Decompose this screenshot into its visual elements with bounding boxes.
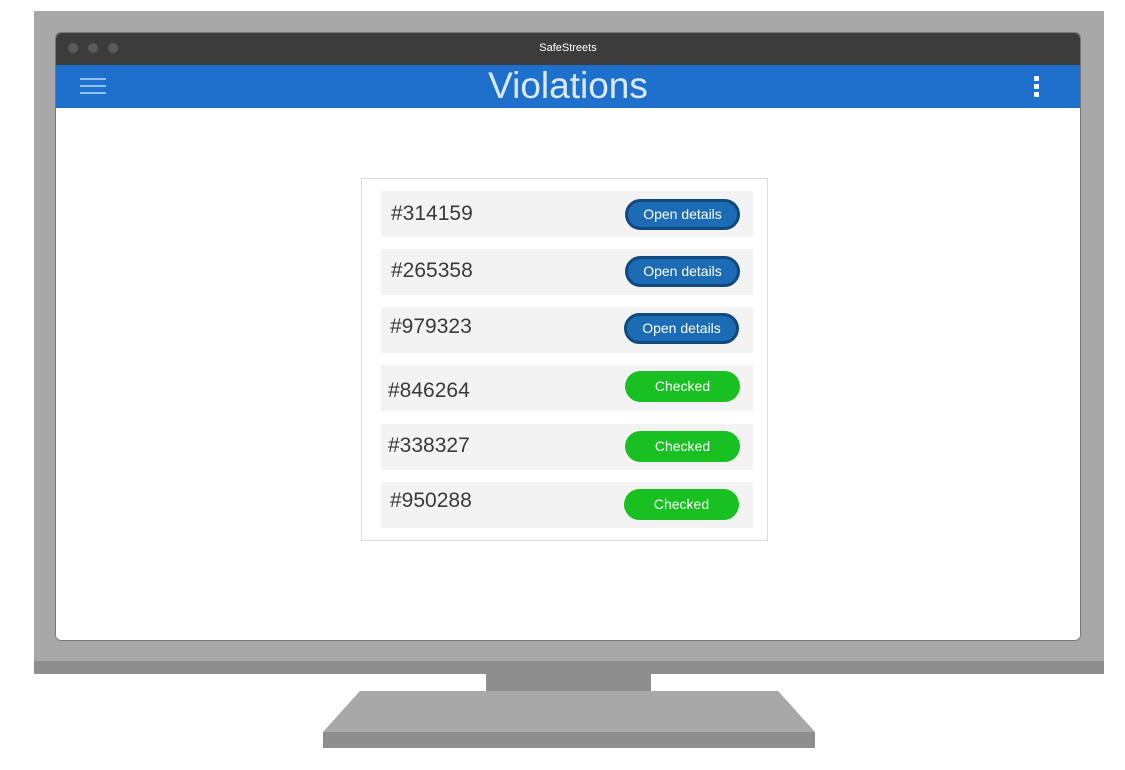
open-details-button[interactable]: Open details <box>625 199 740 230</box>
open-details-button[interactable]: Open details <box>624 313 739 344</box>
monitor-base-edge <box>323 732 815 748</box>
window-title: SafeStreets <box>539 42 597 54</box>
window-titlebar: SafeStreets <box>56 33 1080 65</box>
checked-button[interactable]: Checked <box>625 371 740 402</box>
violation-id: #314159 <box>391 202 473 225</box>
violation-id: #950288 <box>390 489 472 512</box>
page-title: Violations <box>488 65 648 106</box>
violation-id: #265358 <box>391 259 473 282</box>
checked-button[interactable]: Checked <box>625 431 740 462</box>
checked-button[interactable]: Checked <box>624 489 739 520</box>
app-window: SafeStreets Violations #314159 Open deta… <box>56 33 1080 640</box>
list-item: #846264 Checked <box>381 365 753 411</box>
monitor-chin <box>34 661 1104 674</box>
open-details-button[interactable]: Open details <box>625 256 740 287</box>
list-item: #314159 Open details <box>381 191 753 237</box>
monitor-base <box>323 691 815 732</box>
violation-id: #338327 <box>388 434 470 457</box>
list-item: #979323 Open details <box>381 307 753 353</box>
app-bar: Violations <box>56 65 1080 108</box>
list-item: #950288 Checked <box>381 482 753 528</box>
more-vertical-icon[interactable] <box>1034 76 1040 98</box>
list-item: #265358 Open details <box>381 249 753 295</box>
violation-id: #979323 <box>390 315 472 338</box>
list-item: #338327 Checked <box>381 424 753 470</box>
violations-list: #314159 Open details #265358 Open detail… <box>361 178 768 541</box>
violation-id: #846264 <box>388 379 470 402</box>
